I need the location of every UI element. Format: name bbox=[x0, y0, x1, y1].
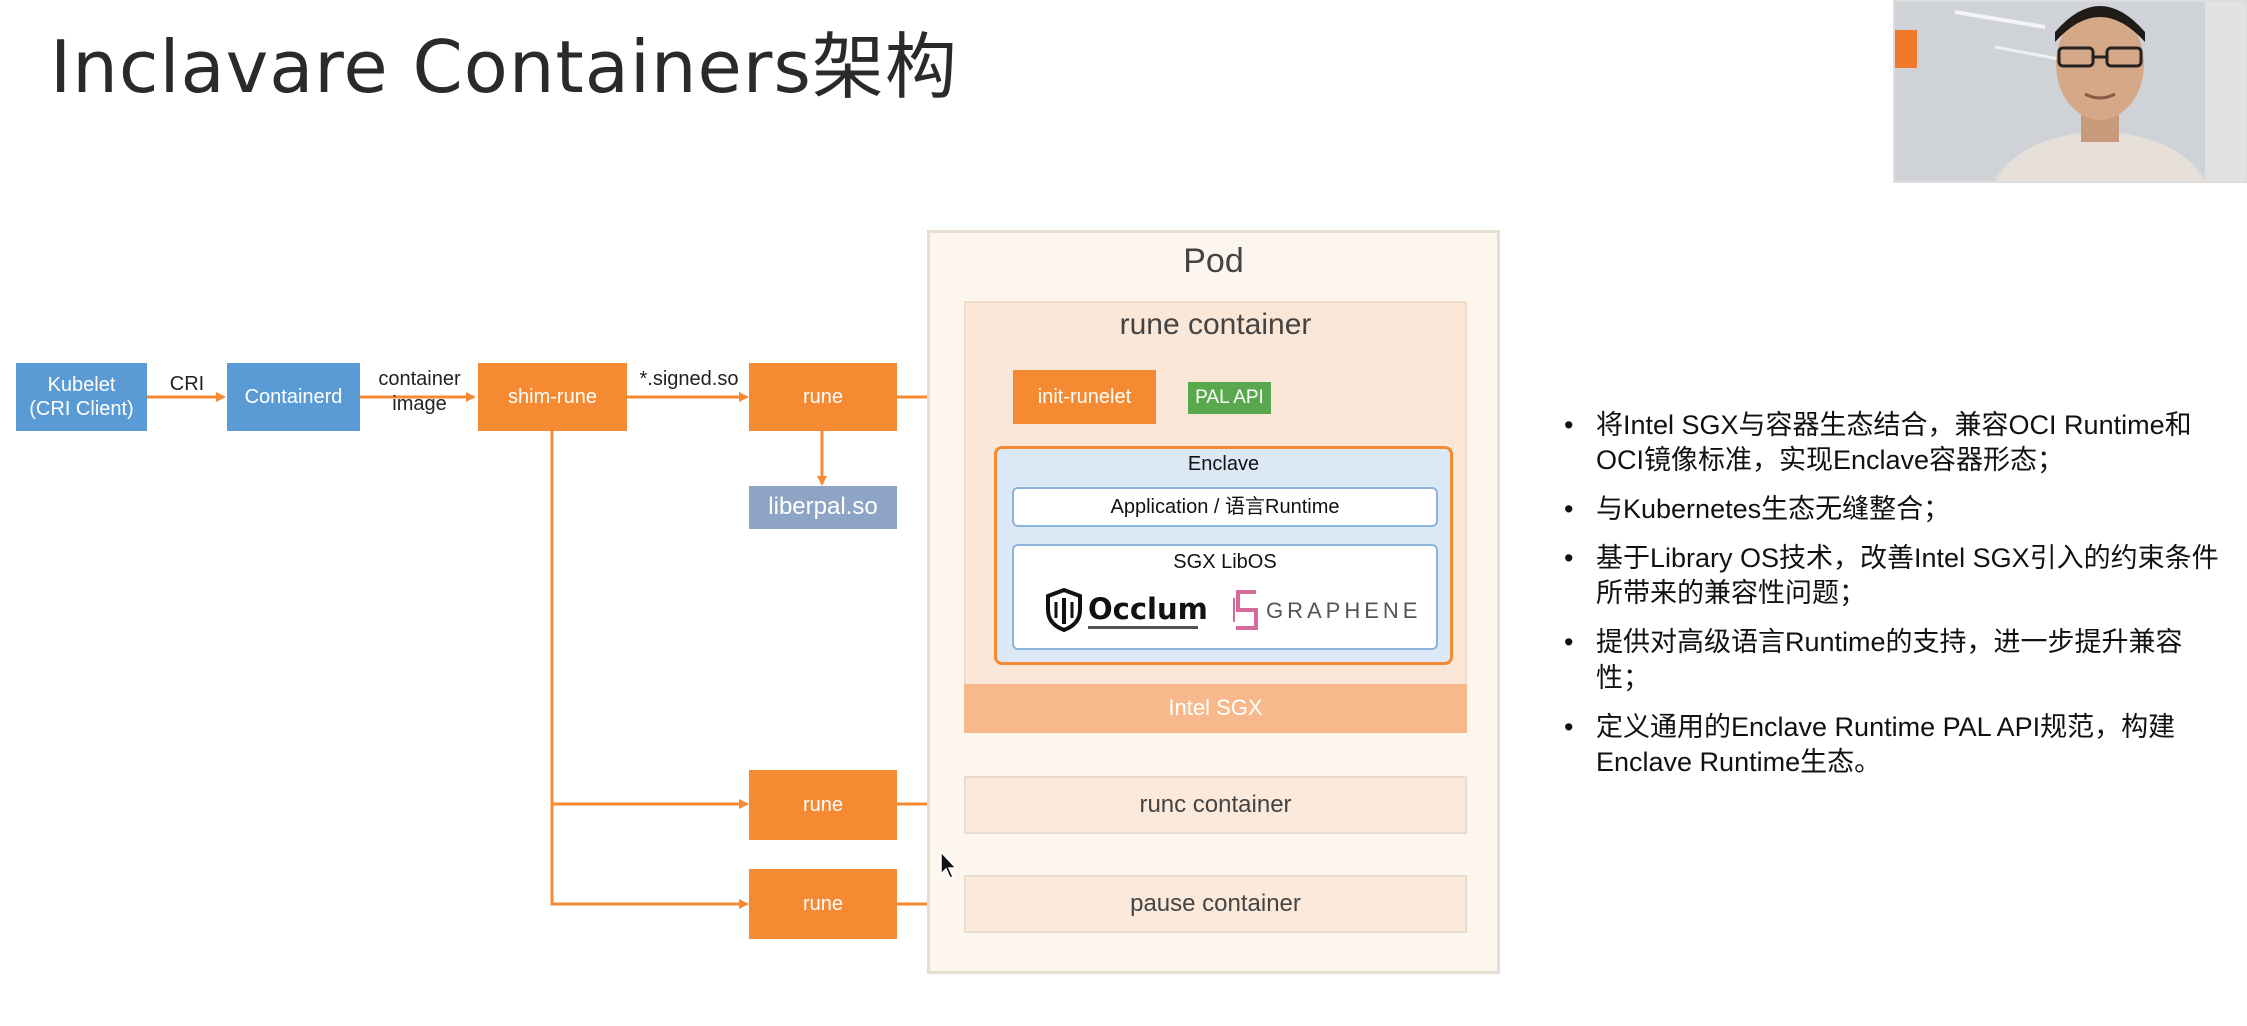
feature-bullet-list: • 将Intel SGX与容器生态结合，兼容OCI Runtime和OCI镜像标准… bbox=[1560, 408, 2220, 794]
arrow-shim-branch-runc bbox=[550, 431, 749, 809]
bullet-text: 提供对高级语言Runtime的支持，进一步提升兼容性； bbox=[1596, 627, 2183, 693]
containerd-node: Containerd bbox=[227, 363, 360, 431]
occlum-shield-icon bbox=[1046, 588, 1082, 632]
application-runtime-box: Application / 语言Runtime bbox=[1012, 487, 1438, 527]
graphene-logo-text: GRAPHENE bbox=[1266, 598, 1422, 623]
pod-title: Pod bbox=[1183, 242, 1244, 280]
container-image-label: container image bbox=[378, 368, 461, 415]
sgx-libos-title: SGX LibOS bbox=[1173, 551, 1277, 573]
bullet-item: • 定义通用的Enclave Runtime PAL API规范，构建Enclav… bbox=[1560, 710, 2220, 780]
bullet-dot: • bbox=[1564, 711, 1574, 742]
rune-node-pause: rune bbox=[749, 869, 897, 939]
rune-node-runc: rune bbox=[749, 770, 897, 840]
occlum-logo: Occlum bbox=[1044, 586, 1208, 634]
pal-api-node: PAL API bbox=[1188, 382, 1271, 414]
bullet-dot: • bbox=[1564, 410, 1574, 440]
bullet-text: 基于Library OS技术，改善Intel SGX引入的约束条件所带来的兼容性… bbox=[1596, 543, 2219, 609]
occlum-logo-text: Occlum bbox=[1088, 592, 1208, 626]
bullet-item: • 提供对高级语言Runtime的支持，进一步提升兼容性； bbox=[1560, 625, 2220, 695]
init-runelet-node: init-runelet bbox=[1013, 370, 1156, 424]
graphene-logo: GRAPHENE bbox=[1230, 586, 1425, 634]
bullet-item: • 基于Library OS技术，改善Intel SGX引入的约束条件所带来的兼容… bbox=[1560, 541, 2220, 611]
bullet-text: 将Intel SGX与容器生态结合，兼容OCI Runtime和OCI镜像标准，… bbox=[1596, 410, 2192, 476]
signed-so-label: *.signed.so bbox=[639, 368, 739, 390]
rune-container-title: rune container bbox=[1119, 308, 1312, 341]
graphene-logo-icon bbox=[1233, 590, 1258, 630]
occlum-tagline bbox=[1088, 626, 1198, 629]
arrow-shim-branch-pause bbox=[550, 804, 749, 909]
rune-node-main: rune bbox=[749, 363, 897, 431]
intel-sgx-bar: Intel SGX bbox=[964, 684, 1467, 733]
bullet-item: • 与Kubernetes生态无缝整合； bbox=[1560, 492, 2220, 527]
pause-container-box: pause container bbox=[964, 875, 1467, 933]
mouse-cursor-icon bbox=[940, 850, 958, 879]
runc-container-box: runc container bbox=[964, 776, 1467, 834]
bullet-dot: • bbox=[1564, 494, 1574, 525]
bullet-dot: • bbox=[1564, 627, 1574, 658]
shim-rune-node: shim-rune bbox=[478, 363, 627, 431]
liberpal-node: liberpal.so bbox=[749, 486, 897, 529]
enclave-title: Enclave bbox=[1187, 453, 1260, 475]
bullet-dot: • bbox=[1564, 543, 1574, 574]
bullet-text: 定义通用的Enclave Runtime PAL API规范，构建Enclave… bbox=[1596, 711, 2176, 777]
bullet-item: • 将Intel SGX与容器生态结合，兼容OCI Runtime和OCI镜像标准… bbox=[1560, 408, 2220, 478]
bullet-text: 与Kubernetes生态无缝整合； bbox=[1596, 494, 1951, 525]
kubelet-node: Kubelet (CRI Client) bbox=[16, 363, 147, 431]
cri-label: CRI bbox=[169, 373, 205, 395]
